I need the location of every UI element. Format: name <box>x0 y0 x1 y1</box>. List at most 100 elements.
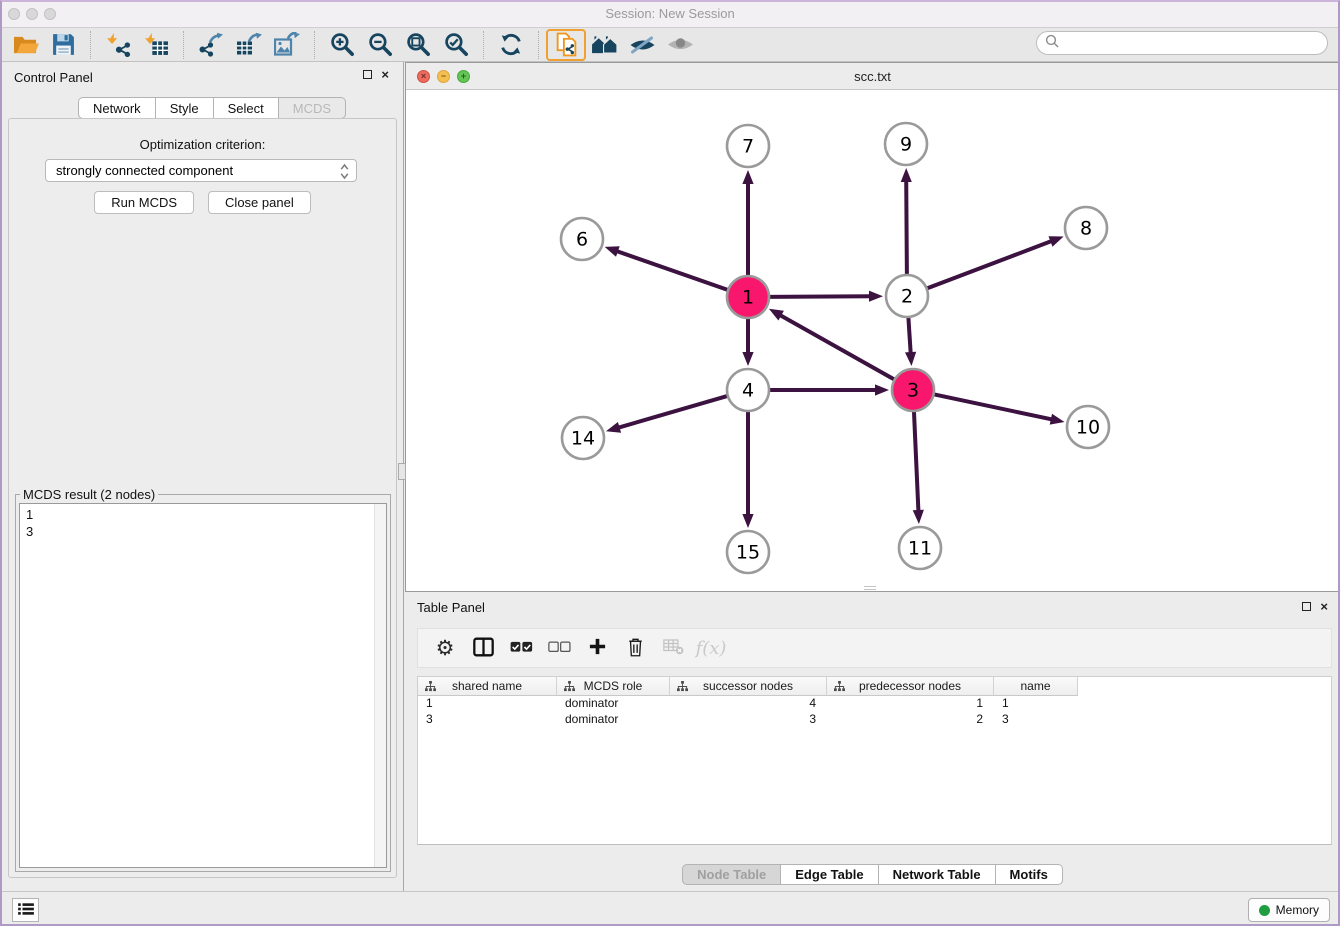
tab-network-table[interactable]: Network Table <box>879 864 996 885</box>
search-box[interactable] <box>1036 31 1328 55</box>
gear-icon: ⚙ <box>436 638 455 659</box>
graph-node-label-2: 2 <box>901 286 913 308</box>
graph-edge-3-10[interactable] <box>933 394 1054 420</box>
graph-node-label-14: 14 <box>571 428 595 450</box>
deselect-all-button[interactable] <box>542 632 576 664</box>
task-list-icon <box>17 902 35 919</box>
delete-table-button <box>656 632 690 664</box>
column-header-successor-nodes[interactable]: successor nodes <box>670 677 827 696</box>
graph-node-label-8: 8 <box>1080 218 1092 240</box>
memory-button[interactable]: Memory <box>1248 898 1330 922</box>
export-network-button[interactable] <box>192 30 230 60</box>
new-network-from-selection-button[interactable] <box>547 30 585 60</box>
home-button[interactable] <box>585 30 623 60</box>
import-table-button[interactable] <box>137 30 175 60</box>
app-titlebar: Session: New Session <box>0 0 1340 28</box>
tab-style[interactable]: Style <box>156 97 214 119</box>
zoom-selected-button[interactable] <box>437 30 475 60</box>
task-history-button[interactable] <box>12 898 39 922</box>
memory-status-icon <box>1259 905 1270 916</box>
graph-arrowhead-1-2 <box>869 291 883 302</box>
mcds-result-text[interactable]: 13 <box>19 503 387 868</box>
column-header-shared-name[interactable]: shared name <box>418 677 557 696</box>
close-panel-icon[interactable]: × <box>381 70 389 79</box>
zoom-in-button[interactable] <box>323 30 361 60</box>
open-session-icon <box>12 33 39 56</box>
zoom-selected-icon <box>444 32 469 57</box>
column-header-predecessor-nodes[interactable]: predecessor nodes <box>827 677 994 696</box>
graph-edge-2-8[interactable] <box>926 240 1054 289</box>
open-session-button[interactable] <box>6 30 44 60</box>
graph-edge-1-2[interactable] <box>768 296 872 297</box>
graph-node-label-11: 11 <box>908 538 932 560</box>
delete-row-button[interactable] <box>618 632 652 664</box>
zoom-fit-button[interactable] <box>399 30 437 60</box>
graph-edge-3-1[interactable] <box>779 314 896 380</box>
cell[interactable]: 1 <box>827 696 994 712</box>
delete-row-icon <box>627 637 644 660</box>
graph-arrowhead-1-7 <box>742 170 753 184</box>
save-session-button[interactable] <box>44 30 82 60</box>
network-window-titlebar[interactable]: × − + scc.txt <box>406 63 1339 90</box>
splitter-handle[interactable] <box>398 463 406 480</box>
graph-edge-4-14[interactable] <box>617 396 729 429</box>
refresh-layout-button[interactable] <box>492 30 530 60</box>
float-panel-icon[interactable] <box>363 70 372 79</box>
gear-button[interactable]: ⚙ <box>428 632 462 664</box>
column-header-name[interactable]: name <box>994 677 1078 696</box>
graph-edge-3-11[interactable] <box>914 410 919 513</box>
export-table-button[interactable] <box>230 30 268 60</box>
tab-mcds[interactable]: MCDS <box>279 97 346 119</box>
cell[interactable]: 3 <box>418 712 557 728</box>
export-image-button[interactable] <box>268 30 306 60</box>
toolbar-separator <box>90 31 91 59</box>
cell[interactable]: 3 <box>670 712 827 728</box>
export-image-icon <box>274 32 300 57</box>
search-input[interactable] <box>1064 36 1327 50</box>
cell[interactable]: 2 <box>827 712 994 728</box>
add-row-button[interactable] <box>580 632 614 664</box>
graph-node-label-1: 1 <box>742 287 754 309</box>
run-mcds-button[interactable]: Run MCDS <box>94 191 194 214</box>
select-all-button[interactable] <box>504 632 538 664</box>
tab-motifs[interactable]: Motifs <box>996 864 1063 885</box>
table-row[interactable]: 3dominator323 <box>418 712 1331 728</box>
show-all-button[interactable] <box>661 30 699 60</box>
node-table: shared nameMCDS rolesuccessor nodesprede… <box>417 676 1332 728</box>
mcds-result-title: MCDS result (2 nodes) <box>20 487 158 502</box>
column-header-mcds-role[interactable]: MCDS role <box>557 677 670 696</box>
zoom-out-button[interactable] <box>361 30 399 60</box>
graph-edge-2-3[interactable] <box>908 316 911 355</box>
optimization-criterion-label: Optimization criterion: <box>9 137 396 152</box>
cell[interactable]: 1 <box>994 696 1078 712</box>
export-network-icon <box>198 32 224 57</box>
close-panel-button[interactable]: Close panel <box>208 191 311 214</box>
tab-node-table[interactable]: Node Table <box>682 864 781 885</box>
graph-arrowhead-3-11 <box>913 510 924 524</box>
graph-edge-2-9[interactable] <box>906 179 907 276</box>
cell[interactable]: dominator <box>557 712 670 728</box>
toolbar-separator <box>183 31 184 59</box>
result-scrollbar[interactable] <box>374 504 386 867</box>
network-view-window: × − + scc.txt 7968124314101511 <box>405 62 1340 592</box>
float-table-panel-icon[interactable] <box>1302 602 1311 611</box>
table-row[interactable]: 1dominator411 <box>418 696 1331 712</box>
import-network-button[interactable] <box>99 30 137 60</box>
cell[interactable]: dominator <box>557 696 670 712</box>
toolbar-separator <box>314 31 315 59</box>
cell[interactable]: 4 <box>670 696 827 712</box>
graph-edge-1-6[interactable] <box>615 251 729 291</box>
tab-network[interactable]: Network <box>78 97 156 119</box>
deselect-all-icon <box>548 641 571 656</box>
network-canvas[interactable]: 7968124314101511 <box>406 90 1339 591</box>
hide-selected-button[interactable] <box>623 30 661 60</box>
cell[interactable]: 3 <box>994 712 1078 728</box>
split-view-button[interactable] <box>466 632 500 664</box>
tab-select[interactable]: Select <box>214 97 279 119</box>
cell[interactable]: 1 <box>418 696 557 712</box>
criterion-dropdown[interactable]: strongly connected component <box>45 159 357 182</box>
close-table-panel-icon[interactable]: × <box>1320 602 1328 611</box>
session-title: Session: New Session <box>0 6 1340 21</box>
tab-edge-table[interactable]: Edge Table <box>781 864 878 885</box>
graph-node-label-9: 9 <box>900 134 912 156</box>
